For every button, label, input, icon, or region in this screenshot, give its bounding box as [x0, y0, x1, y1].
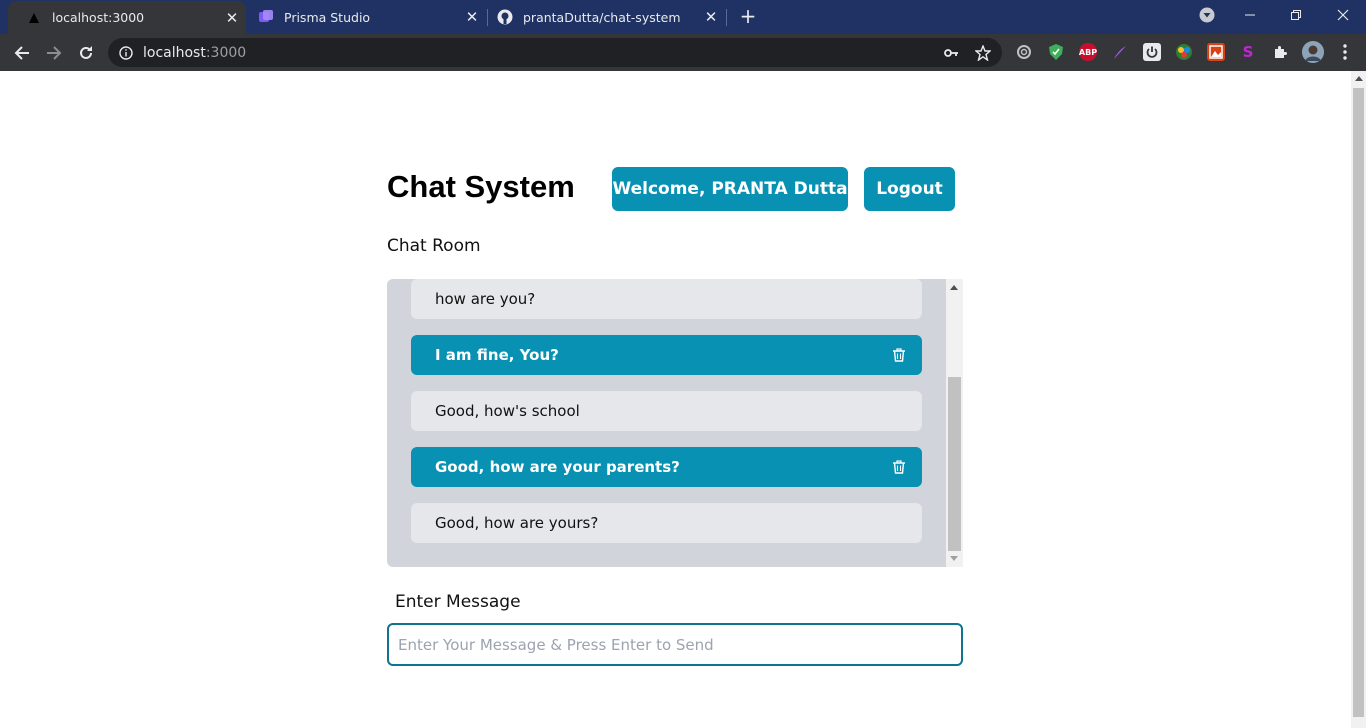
scroll-up-arrow-icon[interactable]: [950, 285, 958, 290]
tab-search-button[interactable]: [1184, 0, 1230, 30]
extension-feather-icon[interactable]: [1111, 43, 1129, 61]
logout-button[interactable]: Logout: [864, 167, 955, 211]
message-item: Good, how are yours?: [411, 503, 922, 543]
message-text: Good, how are your parents?: [435, 458, 680, 476]
extension-s-icon[interactable]: S: [1239, 43, 1257, 61]
close-icon[interactable]: ✕: [703, 8, 719, 26]
tab-title: Prisma Studio: [284, 9, 371, 25]
message-item: how are you?: [411, 279, 922, 319]
reload-icon: [80, 46, 92, 59]
menu-dots-icon[interactable]: [1336, 43, 1354, 61]
message-text: how are you?: [435, 290, 536, 308]
chevron-down-icon: [1199, 7, 1215, 23]
chat-scrollbar[interactable]: [946, 279, 963, 567]
url-host: localhost: [143, 44, 206, 61]
avatar[interactable]: [1302, 41, 1324, 63]
message-text: Good, how are yours?: [435, 514, 599, 532]
tab-title: localhost:3000: [52, 10, 145, 25]
info-icon[interactable]: [119, 45, 133, 60]
scroll-down-arrow-icon[interactable]: [950, 556, 958, 561]
message-input[interactable]: [387, 623, 963, 666]
welcome-button[interactable]: Welcome, PRANTA Dutta: [612, 167, 848, 211]
arrow-left-icon: [14, 46, 29, 60]
scrollbar-thumb[interactable]: [948, 377, 961, 551]
trash-icon[interactable]: [892, 460, 906, 474]
forward-button[interactable]: [42, 41, 66, 65]
restore-button[interactable]: [1273, 0, 1319, 30]
star-icon[interactable]: [974, 44, 992, 62]
chat-messages-panel[interactable]: how are you? I am fine, You? Good, how's…: [387, 279, 963, 567]
back-button[interactable]: [10, 41, 34, 65]
browser-tab-strip: localhost:3000 ✕ Prisma Studio ✕ prantaD…: [0, 0, 1366, 34]
tab-github-repo[interactable]: prantaDutta/chat-system ✕: [479, 0, 725, 34]
puzzle-icon[interactable]: [1271, 43, 1289, 61]
message-item: Good, how's school: [411, 391, 922, 431]
close-window-button[interactable]: [1320, 0, 1366, 30]
extension-power-icon[interactable]: [1143, 43, 1161, 61]
url-port: :3000: [205, 44, 247, 61]
scrollbar-thumb[interactable]: [1353, 88, 1364, 717]
reload-button[interactable]: [74, 41, 98, 65]
message-text: Good, how's school: [435, 402, 580, 420]
key-icon[interactable]: [942, 44, 960, 62]
adblock-icon[interactable]: ABP: [1079, 43, 1097, 61]
message-item: Good, how are your parents?: [411, 447, 922, 487]
tab-localhost[interactable]: localhost:3000 ✕: [8, 1, 246, 34]
extension-sync-icon[interactable]: [1015, 43, 1033, 61]
extension-image-icon[interactable]: [1207, 43, 1225, 61]
extension-color-icon[interactable]: [1175, 43, 1193, 61]
restore-icon: [1291, 10, 1301, 20]
minimize-button[interactable]: [1227, 0, 1273, 30]
extension-shield-icon[interactable]: [1047, 43, 1065, 61]
enter-message-label: Enter Message: [395, 592, 521, 612]
tab-title: prantaDutta/chat-system: [523, 9, 681, 25]
message-text: I am fine, You?: [435, 346, 559, 364]
triangle-icon: [26, 10, 42, 26]
prisma-icon: [258, 9, 274, 25]
close-icon[interactable]: ✕: [464, 8, 480, 26]
trash-icon[interactable]: [892, 348, 906, 362]
page-title: Chat System: [387, 169, 575, 204]
message-item: I am fine, You?: [411, 335, 922, 375]
chat-room-label: Chat Room: [387, 236, 481, 256]
minimize-icon: [1245, 14, 1255, 16]
github-icon: [497, 9, 513, 25]
page-viewport: Chat System Welcome, PRANTA Dutta Logout…: [0, 71, 1366, 728]
address-bar[interactable]: localhost:3000: [108, 38, 1002, 67]
scroll-up-arrow-icon[interactable]: [1355, 76, 1363, 81]
browser-toolbar: localhost:3000 ABP S: [0, 34, 1366, 71]
close-icon[interactable]: ✕: [224, 9, 240, 27]
new-tab-button[interactable]: +: [738, 6, 758, 27]
tab-divider: [726, 9, 727, 26]
close-icon: [1337, 9, 1349, 21]
arrow-right-icon: [47, 46, 62, 60]
page-scrollbar[interactable]: [1351, 71, 1366, 728]
tab-prisma-studio[interactable]: Prisma Studio ✕: [240, 0, 486, 34]
